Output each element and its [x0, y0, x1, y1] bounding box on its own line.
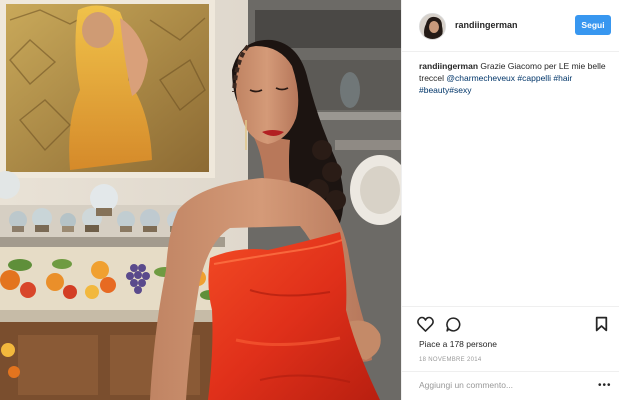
photo-illustration [0, 0, 401, 400]
more-options-icon[interactable]: ••• [598, 380, 612, 391]
hashtag-link[interactable]: #sexy [449, 85, 471, 95]
hashtag-link[interactable]: #hair [553, 73, 572, 83]
caption-mention[interactable]: @charmecheveux [446, 73, 515, 83]
post-caption: randiingerman Grazie Giacomo per LE mie … [419, 60, 615, 96]
avatar-image [420, 14, 445, 39]
avatar[interactable] [419, 13, 446, 40]
header-username[interactable]: randiingerman [455, 20, 518, 30]
post-date: 18 NOVEMBRE 2014 [419, 357, 482, 363]
bookmark-icon[interactable] [595, 316, 608, 337]
comment-form: ••• [402, 371, 619, 400]
post-header: randiingerman Segui [402, 0, 619, 52]
likes-count[interactable]: Piace a 178 persone [419, 339, 497, 349]
comment-icon[interactable] [445, 316, 462, 338]
hashtag-link[interactable]: #beauty [419, 85, 449, 95]
post-actions: Piace a 178 persone 18 NOVEMBRE 2014 ••• [402, 306, 619, 400]
hashtag-link[interactable]: #cappelli [517, 73, 551, 83]
post-side-panel: randiingerman Segui randiingerman Grazie… [401, 0, 619, 400]
post-photo[interactable] [0, 0, 401, 400]
caption-username[interactable]: randiingerman [419, 61, 478, 71]
comment-input[interactable] [419, 380, 579, 390]
heart-icon[interactable] [417, 316, 434, 337]
follow-button[interactable]: Segui [575, 15, 611, 35]
